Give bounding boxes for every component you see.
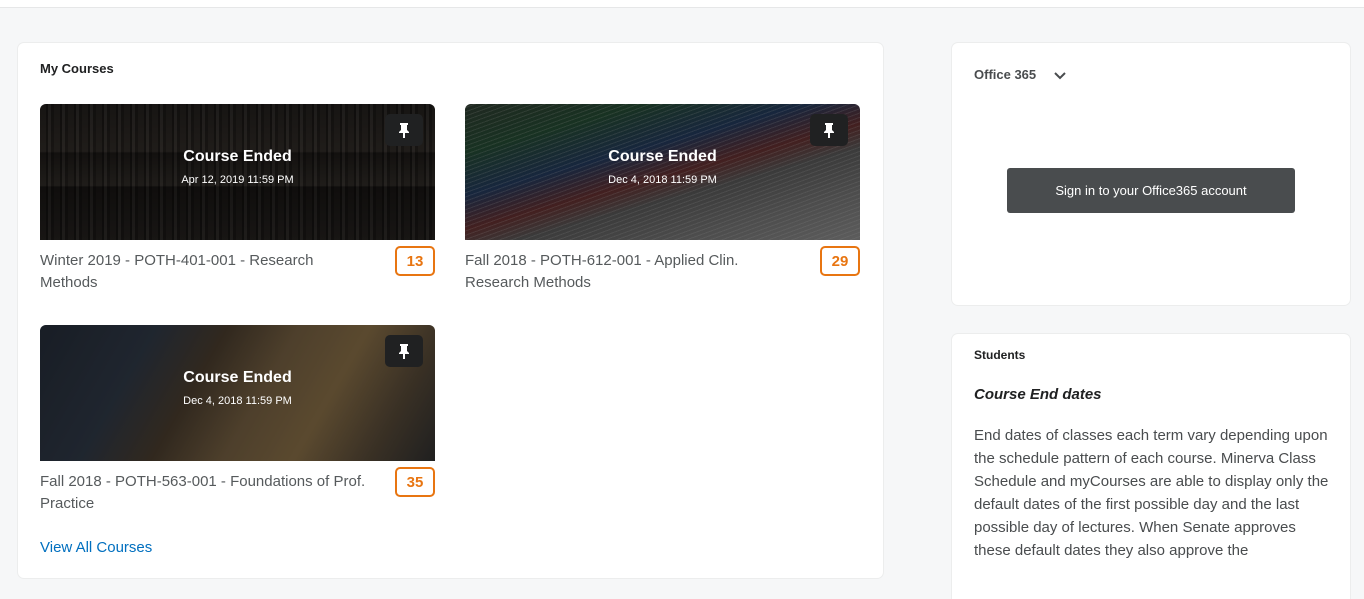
- update-count-badge[interactable]: 13: [395, 246, 435, 276]
- course-name-link[interactable]: Winter 2019 - POTH-401-001 - Research Me…: [40, 250, 370, 294]
- course-ended-label: Course Ended: [183, 369, 292, 386]
- course-name-link[interactable]: Fall 2018 - POTH-563-001 - Foundations o…: [40, 471, 370, 515]
- course-end-date: Dec 4, 2018 11:59 PM: [608, 174, 717, 186]
- office365-widget: Office 365 Sign in to your Office365 acc…: [952, 43, 1350, 305]
- pin-icon: [824, 123, 834, 138]
- course-end-date: Apr 12, 2019 11:59 PM: [181, 174, 294, 186]
- image-overlay: [465, 104, 860, 240]
- pin-button[interactable]: [385, 335, 423, 367]
- pin-icon: [399, 123, 409, 138]
- pin-button[interactable]: [385, 114, 423, 146]
- widget-title: Office 365: [974, 67, 1037, 82]
- course-card[interactable]: Course Ended Dec 4, 2018 11:59 PM Fall 2…: [40, 325, 435, 512]
- course-image[interactable]: Course Ended Dec 4, 2018 11:59 PM: [465, 104, 860, 240]
- news-body: End dates of classes each term vary depe…: [974, 427, 1329, 559]
- course-ended-label: Course Ended: [183, 148, 292, 165]
- office365-sign-in-button[interactable]: Sign in to your Office365 account: [1007, 168, 1295, 213]
- image-overlay: [40, 104, 435, 240]
- my-courses-widget: My Courses Course Ended Apr 12, 2019 11:…: [18, 43, 883, 578]
- pin-button[interactable]: [810, 114, 848, 146]
- view-all-courses-link[interactable]: View All Courses: [40, 539, 152, 556]
- students-widget: Students Course End dates End dates of c…: [952, 334, 1350, 599]
- chevron-down-icon[interactable]: [1054, 68, 1066, 83]
- update-count-badge[interactable]: 35: [395, 467, 435, 497]
- image-overlay: [40, 325, 435, 461]
- course-card[interactable]: Course Ended Dec 4, 2018 11:59 PM Fall 2…: [465, 104, 860, 291]
- course-image[interactable]: Course Ended Dec 4, 2018 11:59 PM: [40, 325, 435, 461]
- pin-icon: [399, 344, 409, 359]
- widget-title: My Courses: [40, 61, 114, 76]
- update-count-badge[interactable]: 29: [820, 246, 860, 276]
- office365-menu[interactable]: Office 365: [974, 67, 1066, 83]
- course-end-date: Dec 4, 2018 11:59 PM: [183, 395, 292, 407]
- course-image[interactable]: Course Ended Apr 12, 2019 11:59 PM: [40, 104, 435, 240]
- news-heading: Course End dates: [974, 386, 1102, 403]
- widget-title: Students: [974, 348, 1026, 362]
- course-ended-label: Course Ended: [608, 148, 717, 165]
- top-bar: [0, 0, 1364, 8]
- course-card[interactable]: Course Ended Apr 12, 2019 11:59 PM Winte…: [40, 104, 435, 291]
- course-name-link[interactable]: Fall 2018 - POTH-612-001 - Applied Clin.…: [465, 250, 795, 294]
